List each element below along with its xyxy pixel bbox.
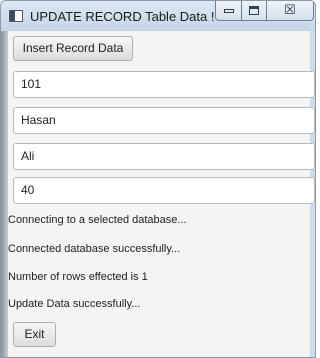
id-field[interactable]: 101 <box>13 71 315 98</box>
window-controls: ☒ <box>215 1 314 21</box>
maximize-button[interactable] <box>242 1 267 21</box>
app-window: UPDATE RECORD Table Data ! ☒ Insert Reco… <box>0 0 316 358</box>
close-button[interactable]: ☒ <box>267 1 314 21</box>
form-panel: Insert Record Data 101 Hasan Ali 40 Conn… <box>1 31 315 357</box>
maximize-icon <box>249 6 259 15</box>
close-icon: ☒ <box>284 2 296 17</box>
minimize-button[interactable] <box>215 1 242 21</box>
status-connected: Connected database successfully... <box>8 243 181 255</box>
insert-record-button[interactable]: Insert Record Data <box>13 36 133 61</box>
app-window-icon <box>9 10 23 22</box>
status-update-success: Update Data successfully... <box>8 298 141 310</box>
last-name-field[interactable]: Ali <box>13 143 315 170</box>
minimize-icon <box>224 9 234 13</box>
title-bar[interactable]: UPDATE RECORD Table Data ! ☒ <box>1 1 315 31</box>
exit-button[interactable]: Exit <box>13 322 56 347</box>
first-name-field[interactable]: Hasan <box>13 107 315 134</box>
window-title: UPDATE RECORD Table Data ! <box>30 9 215 24</box>
status-connecting: Connecting to a selected database... <box>8 214 187 226</box>
age-field[interactable]: 40 <box>13 177 315 204</box>
status-rows-affected: Number of rows effected is 1 <box>8 271 148 283</box>
